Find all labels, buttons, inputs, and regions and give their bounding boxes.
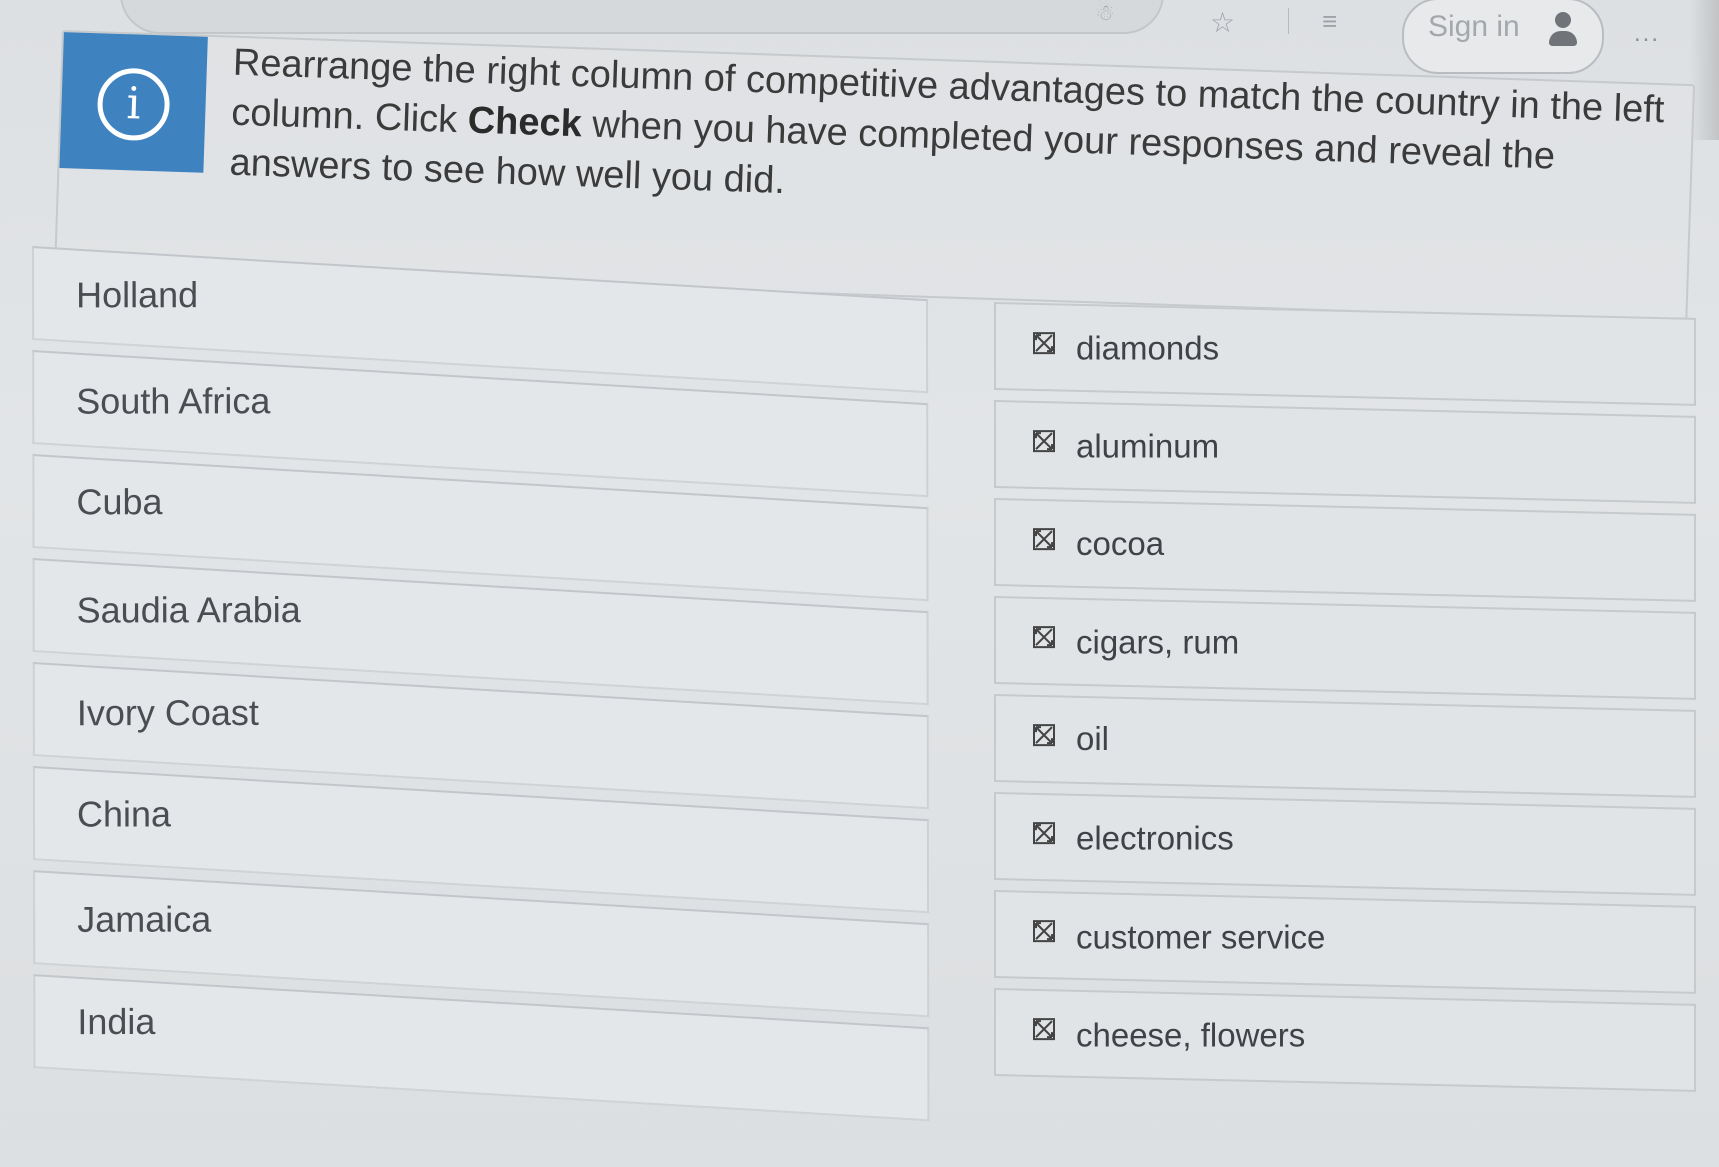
sign-in-label: Sign in	[1428, 10, 1520, 43]
answer-label: cocoa	[1076, 524, 1165, 562]
drag-handle-icon[interactable]	[1032, 331, 1056, 355]
toolbar-divider	[1288, 8, 1289, 34]
country-label: Holland	[76, 274, 199, 316]
answer-item-cheese-flowers[interactable]: cheese, flowers	[994, 988, 1696, 1092]
favorites-icon[interactable]: ☆	[1210, 6, 1235, 39]
answer-label: aluminum	[1076, 427, 1220, 465]
answer-label: cheese, flowers	[1076, 1016, 1306, 1054]
sign-in-button[interactable]: Sign in	[1402, 0, 1604, 74]
more-options-icon[interactable]: ...	[1634, 20, 1660, 48]
answer-item-aluminum[interactable]: aluminum	[994, 400, 1696, 504]
country-label: India	[77, 1000, 156, 1043]
country-label: Cuba	[76, 481, 163, 523]
drag-handle-icon[interactable]	[1032, 821, 1056, 845]
answer-label: diamonds	[1076, 329, 1220, 367]
drag-handle-icon[interactable]	[1032, 429, 1056, 453]
instruction-check-word: Check	[467, 99, 583, 146]
country-label: Saudia Arabia	[76, 589, 301, 631]
answer-item-customer-service[interactable]: customer service	[994, 890, 1696, 994]
info-icon: i	[96, 67, 171, 142]
drag-handle-icon[interactable]	[1032, 919, 1056, 943]
country-label: China	[76, 793, 172, 835]
answer-item-diamonds[interactable]: diamonds	[994, 302, 1696, 406]
answer-item-cigars-rum[interactable]: cigars, rum	[994, 596, 1696, 700]
page-tab-edge	[120, 0, 1164, 34]
info-panel: i	[59, 32, 208, 173]
avatar-icon	[1546, 10, 1580, 50]
answer-item-oil[interactable]: oil	[994, 694, 1696, 798]
answer-label: customer service	[1076, 918, 1326, 956]
collections-icon[interactable]: ≡	[1322, 6, 1337, 37]
country-label: Jamaica	[77, 898, 212, 940]
answer-column: diamonds aluminum cocoa cigars, rum oil …	[994, 302, 1696, 1118]
answer-label: oil	[1076, 720, 1110, 758]
drag-handle-icon[interactable]	[1032, 723, 1056, 747]
drag-handle-icon[interactable]	[1032, 625, 1056, 649]
reading-view-icon[interactable]: ☃	[1095, 0, 1115, 26]
answer-label: electronics	[1076, 819, 1234, 857]
country-column: Holland South Africa Cuba Saudia Arabia …	[32, 246, 930, 1167]
answer-item-electronics[interactable]: electronics	[994, 792, 1696, 896]
drag-handle-icon[interactable]	[1032, 1017, 1056, 1041]
answer-item-cocoa[interactable]: cocoa	[994, 498, 1696, 602]
country-label: Ivory Coast	[76, 691, 259, 734]
answer-label: cigars, rum	[1076, 623, 1240, 661]
drag-handle-icon[interactable]	[1032, 527, 1056, 551]
country-label: South Africa	[76, 380, 271, 422]
